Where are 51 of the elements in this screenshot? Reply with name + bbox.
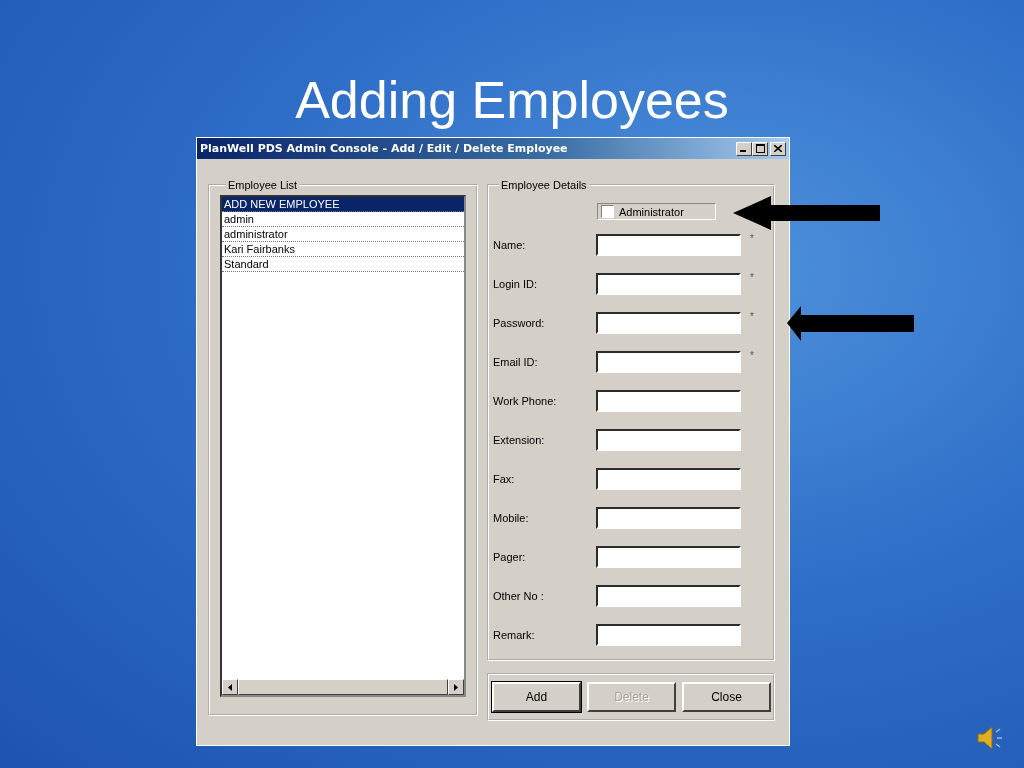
maximize-button[interactable]: [752, 141, 768, 156]
dialog-button[interactable]: Close: [682, 682, 771, 712]
input-field[interactable]: [596, 545, 741, 568]
input-field[interactable]: [596, 506, 741, 529]
scrollbar-thumb[interactable]: [238, 679, 448, 695]
checkbox-square[interactable]: [601, 205, 614, 218]
input-field[interactable]: [596, 389, 741, 412]
window-title: PlanWell PDS Admin Console - Add / Edit / Delete Employee: [200, 142, 568, 155]
speaker-icon[interactable]: [976, 724, 1004, 752]
close-button[interactable]: [770, 141, 786, 156]
input-field[interactable]: [596, 623, 741, 646]
field-label: Remark:: [493, 628, 536, 641]
input-field[interactable]: [596, 350, 741, 373]
scroll-left-button[interactable]: [222, 679, 238, 695]
minimize-button[interactable]: [736, 141, 752, 156]
close-icon: [774, 145, 782, 152]
input-field[interactable]: [596, 311, 741, 334]
list-item[interactable]: Kari Fairbanks: [222, 242, 464, 257]
input-field[interactable]: [596, 272, 741, 295]
field-label: Password:: [493, 316, 546, 329]
required-mark: *: [750, 272, 754, 283]
input-field[interactable]: [596, 584, 741, 607]
field-label: Work Phone:: [493, 394, 558, 407]
field-label: Name:: [493, 238, 527, 251]
input-field[interactable]: [596, 467, 741, 490]
employee-listbox[interactable]: ADD NEW EMPLOYEE admin administrator Kari Fairbanks Standard: [220, 195, 466, 697]
list-item[interactable]: administrator: [222, 227, 464, 242]
input-field[interactable]: [596, 233, 741, 256]
field-label: Extension:: [493, 433, 546, 446]
field-label: Other No :: [493, 589, 545, 602]
administrator-checkbox[interactable]: Administrator: [597, 203, 716, 220]
left-arrow-icon: [228, 683, 232, 691]
right-arrow-icon: [454, 683, 458, 691]
dialog-button[interactable]: Add: [492, 682, 581, 712]
list-item[interactable]: Standard: [222, 257, 464, 272]
field-label: Login ID:: [493, 277, 539, 290]
list-item[interactable]: admin: [222, 212, 464, 227]
required-mark: *: [750, 233, 754, 244]
field-label: Email ID:: [493, 355, 539, 368]
group-label: Employee Details: [500, 179, 588, 191]
group-label: Employee List: [227, 179, 299, 191]
field-label: Fax:: [493, 472, 516, 485]
field-label: Mobile:: [493, 511, 530, 524]
input-field[interactable]: [596, 428, 741, 451]
scroll-right-button[interactable]: [448, 679, 464, 695]
field-label: Pager:: [493, 550, 527, 563]
maximize-icon: [755, 144, 765, 153]
required-mark: *: [750, 350, 754, 361]
list-item[interactable]: ADD NEW EMPLOYEE: [222, 197, 464, 212]
required-mark: *: [750, 311, 754, 322]
slide-title: Adding Employees: [295, 70, 729, 131]
